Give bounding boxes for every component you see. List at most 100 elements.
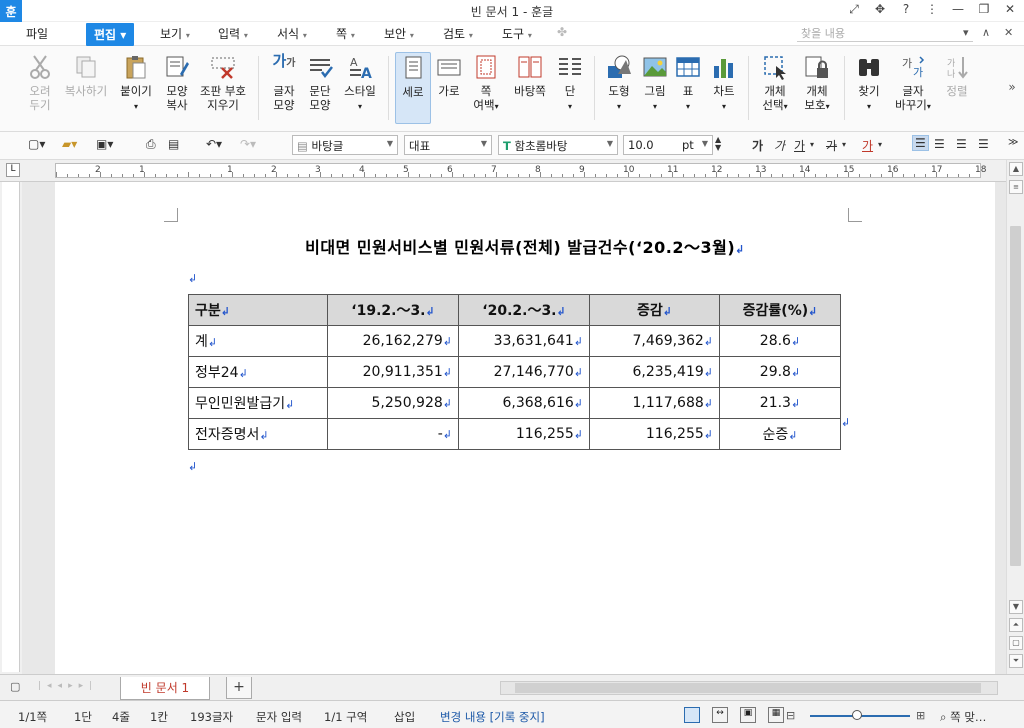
zoom-out-icon[interactable]: ⊟ [786, 709, 795, 722]
copy-button[interactable]: 복사하기 [62, 54, 110, 98]
table-cell[interactable]: 116,255↲ [458, 418, 590, 450]
close-doc-icon[interactable]: ✕ [1004, 26, 1013, 39]
bold-button[interactable]: 가 [752, 137, 763, 154]
style-select[interactable]: ▤ 바탕글 ▼ [292, 135, 398, 155]
horizontal-scroll-thumb[interactable] [515, 683, 981, 693]
table-cell[interactable]: 순증↲ [719, 418, 841, 450]
header-cell[interactable]: ‘19.2.～3.↲ [327, 294, 459, 326]
table-button[interactable]: 표 ▾ [674, 54, 702, 114]
scroll-down-icon[interactable]: ▼ [1009, 600, 1023, 614]
resize-icon[interactable]: ✥ [872, 2, 888, 17]
para-shape-button[interactable]: 문단 모양 [304, 54, 336, 112]
find-button[interactable]: 찾기 ▾ [852, 54, 886, 114]
status-input-mode[interactable]: 문자 입력 [256, 709, 302, 725]
next-page-icon[interactable]: ⏷ [1009, 654, 1023, 668]
header-cell[interactable]: 구분↲ [188, 294, 328, 326]
page-icon[interactable]: ▢ [1009, 636, 1023, 650]
horizontal-scrollbar[interactable] [500, 681, 998, 695]
format-painter-button[interactable]: 모양 복사 [160, 54, 194, 112]
portrait-button[interactable]: 세로 [395, 52, 431, 124]
paste-button[interactable]: 붙이기 ▾ [118, 54, 154, 114]
picture-button[interactable]: 그림 ▾ [640, 54, 670, 114]
table-cell[interactable]: -↲ [327, 418, 459, 450]
status-insert[interactable]: 삽입 [394, 709, 415, 725]
zoom-in-icon[interactable]: ⊞ [916, 709, 925, 722]
table-cell[interactable]: 무인민원발급기↲ [188, 387, 328, 419]
view-multi-icon[interactable]: ▦ [768, 707, 784, 723]
columns-button[interactable]: 단 ▾ [556, 54, 584, 114]
table-cell[interactable]: 21.3↲ [719, 387, 841, 419]
restore-button[interactable]: ❐ [976, 2, 992, 17]
puzzle-icon[interactable]: ✤ [557, 25, 567, 39]
menu-format[interactable]: 서식 ▾ [277, 25, 307, 42]
menu-tools[interactable]: 도구 ▾ [502, 25, 532, 42]
cut-button[interactable]: 오려 두기 [24, 54, 56, 112]
table-cell[interactable]: 5,250,928↲ [327, 387, 459, 419]
align-justify-icon[interactable]: ☰ [912, 135, 929, 151]
shape-button[interactable]: 도형 ▾ [602, 54, 636, 114]
menu-page[interactable]: 쪽 ▾ [336, 25, 355, 42]
status-track-changes[interactable]: 변경 내용 [기록 중지] [440, 709, 545, 725]
align-right-icon[interactable]: ☰ [978, 137, 989, 151]
menu-review[interactable]: 검토 ▾ [443, 25, 473, 42]
master-page-button[interactable]: 바탕쪽 [510, 54, 550, 98]
table-cell[interactable]: 29.8↲ [719, 356, 841, 388]
view-page-icon[interactable]: ▣ [740, 707, 756, 723]
table-cell[interactable]: 33,631,641↲ [458, 325, 590, 357]
underline-button[interactable]: 가 [794, 137, 805, 154]
redo-icon[interactable]: ↷▾ [240, 137, 256, 151]
save-icon[interactable]: ▣▾ [96, 137, 113, 151]
table-cell[interactable]: 전자증명서↲ [188, 418, 328, 450]
minimize-button[interactable]: — [950, 2, 966, 17]
replace-button[interactable]: 가가 글자 바꾸기▾ [890, 54, 936, 114]
align-center-icon[interactable]: ☰ [956, 137, 967, 151]
close-button[interactable]: ✕ [1002, 2, 1018, 17]
menu-security[interactable]: 보안 ▾ [384, 25, 414, 42]
table-cell[interactable]: 정부24↲ [188, 356, 328, 388]
open-icon[interactable]: ▰▾ [62, 137, 77, 151]
view-normal-icon[interactable] [684, 707, 700, 723]
tab-stop-icon[interactable]: L [6, 163, 20, 177]
toolbar-more-icon[interactable]: ≫ [1008, 137, 1018, 148]
font-color-button[interactable]: 가 [862, 137, 873, 154]
search-dropdown-icon[interactable]: ▾ [963, 26, 969, 39]
char-shape-button[interactable]: 가가 글자 모양 [268, 54, 300, 113]
tab-document-1[interactable]: 빈 문서 1 [120, 677, 210, 700]
menu-edit[interactable]: 편집 ▾ [86, 23, 135, 46]
collapse-ribbon-icon[interactable]: ∧ [982, 26, 990, 39]
zoom-slider[interactable] [810, 710, 910, 720]
table-cell[interactable]: 1,117,688↲ [589, 387, 720, 419]
tab-nav-arrows[interactable]: |◂◂▸▸| [38, 681, 98, 691]
ribbon-pin-icon[interactable]: ⋮ [924, 2, 940, 17]
strike-dropdown-icon[interactable]: ▾ [842, 140, 846, 149]
font-select[interactable]: T 함초롬바탕 ▼ [498, 135, 618, 155]
add-tab-button[interactable]: + [226, 677, 252, 699]
protect-object-button[interactable]: 개체 보호▾ [800, 54, 834, 114]
page-margin-button[interactable]: 쪽 여백▾ [470, 54, 502, 114]
table-cell[interactable]: 28.6↲ [719, 325, 841, 357]
size-stepper[interactable]: ▲ ▼ [715, 136, 721, 152]
ribbon-more-icon[interactable]: » [1004, 80, 1020, 94]
header-cell[interactable]: 증감률(%)↲ [719, 294, 841, 326]
table-cell[interactable]: 20,911,351↲ [327, 356, 459, 388]
scroll-up-icon[interactable]: ▲ [1009, 162, 1023, 176]
clear-codes-button[interactable]: 조판 부호 지우기 [197, 54, 249, 112]
table-cell[interactable]: 6,368,616↲ [458, 387, 590, 419]
table-cell[interactable]: 계↲ [188, 325, 328, 357]
search-input[interactable]: 찾을 내용 [797, 25, 973, 42]
print-icon[interactable]: ⎙ [146, 137, 156, 152]
underline-dropdown-icon[interactable]: ▾ [810, 140, 814, 149]
preview-icon[interactable]: ▤ [168, 137, 179, 151]
menu-view[interactable]: 보기 ▾ [160, 25, 190, 42]
color-dropdown-icon[interactable]: ▾ [878, 140, 882, 149]
page[interactable]: 비대면 민원서비스별 민원서류(전체) 발급건수(‘20.2～3월)↲ ↲ 구분… [55, 182, 995, 674]
align-left-icon[interactable]: ☰ [934, 137, 945, 151]
header-cell[interactable]: 증감↲ [589, 294, 720, 326]
table-cell[interactable]: 6,235,419↲ [589, 356, 720, 388]
status-page[interactable]: 1/1쪽 [18, 709, 47, 725]
fullscreen-icon[interactable]: ⤢ [846, 2, 862, 17]
table-cell[interactable]: 26,162,279↲ [327, 325, 459, 357]
table-cell[interactable]: 7,469,362↲ [589, 325, 720, 357]
language-select[interactable]: 대표 ▼ [404, 135, 492, 155]
split-view-icon[interactable]: ≡ [1009, 180, 1023, 194]
